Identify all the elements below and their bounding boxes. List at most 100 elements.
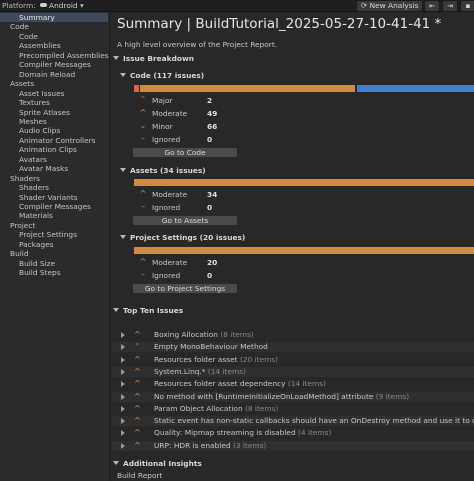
page-title: Summary | BuildTutorial_2025-05-27-10-41… [117,16,442,32]
sidebar-item[interactable]: Materials [0,211,53,220]
additional-insights-item[interactable]: Build Report [117,471,162,480]
expand-arrow-icon[interactable] [121,442,125,449]
top-issue-text: Param Object Allocation (8 items) [154,404,278,414]
go-to-code-button[interactable]: Go to Code [132,147,238,158]
sidebar-item[interactable]: Packages [0,240,53,249]
expand-arrow-icon[interactable] [121,430,125,437]
expand-arrow-icon[interactable] [121,356,125,363]
sidebar-item[interactable]: Sprite Atlases [0,108,70,117]
top-issue-title: Static event has non-static callbacks sh… [154,416,474,426]
sidebar-item[interactable]: Domain Reload [0,70,75,79]
expand-arrow-icon[interactable] [121,332,125,338]
sidebar-item[interactable]: Code [0,32,38,41]
moderate-severity-icon: ^ [134,330,141,339]
major-severity-icon: ⌃ [134,342,141,352]
sidebar-item[interactable]: Build Steps [0,268,61,277]
platform-selector[interactable]: Platform: Android ▾ [2,1,84,10]
sidebar-item[interactable]: Build Size [0,259,55,268]
sidebar-item[interactable]: Avatar Masks [0,164,68,173]
top-issue-row[interactable]: ^ URP: HDR is enabled (3 items) [112,440,474,451]
issue-breakdown-label: Issue Breakdown [123,54,195,63]
top-issue-row[interactable]: ^ Boxing Allocation (8 items) [112,330,474,340]
go-to-assets-button[interactable]: Go to Assets [132,215,238,226]
sidebar-item[interactable]: Avatars [0,155,47,164]
ignored-icon: – [141,202,145,211]
sidebar-item[interactable]: Shaders [0,174,40,183]
top-issue-text: Boxing Allocation (8 items) [154,330,254,340]
top-issue-row[interactable]: ^ Resources folder asset dependency (14 i… [112,379,474,389]
minor-severity-icon: ⌄ [139,121,147,130]
sidebar-item[interactable]: Code [0,22,29,31]
sidebar-item[interactable]: Audio Clips [0,126,60,135]
top-issue-row[interactable]: ^ No method with [RuntimeInitializeOnLoad… [112,391,474,402]
code-issue-bar [134,85,474,92]
export-icon[interactable]: ⇥ [442,0,458,12]
sidebar-item[interactable]: Precompiled Assemblies [0,51,109,60]
project-settings-section-header[interactable]: Project Settings (20 issues) [120,233,245,242]
expand-arrow-icon[interactable] [121,368,125,375]
top-issue-row[interactable]: ^ Static event has non-static callbacks s… [112,416,474,427]
sidebar-item[interactable]: Build [0,249,29,258]
expand-arrow-icon[interactable] [121,418,125,425]
major-severity-icon: ⌃ [139,95,147,104]
issue-breakdown-header[interactable]: Issue Breakdown [113,54,194,63]
sidebar-item[interactable]: Compiler Messages [0,202,91,211]
moderate-severity-icon: ^ [139,189,147,198]
assets-section-header[interactable]: Assets (34 issues) [120,166,206,175]
moderate-severity-icon: ^ [134,379,141,389]
moderate-severity-icon: ^ [134,403,141,413]
import-icon[interactable]: ⇤ [424,0,440,12]
top-issue-count: (14 items) [287,379,326,389]
top-issue-count: (8 items) [244,403,279,413]
expand-arrow-icon[interactable] [121,405,125,412]
moderate-severity-icon: ^ [134,391,141,401]
top-issue-row[interactable]: ^ Quality: Mipmap streaming is disabled (… [112,428,474,438]
sidebar-item[interactable]: Meshes [0,117,47,126]
top-issue-count: (20 items) [239,354,279,364]
code-bar-minor [357,85,474,92]
code-bar-moderate [140,85,355,92]
sidebar-item[interactable]: Textures [0,98,50,107]
expand-arrow-icon[interactable] [121,393,125,400]
code-section-header[interactable]: Code (117 issues) [120,71,204,80]
sidebar-item[interactable]: Project Settings [0,230,77,239]
sidebar-item[interactable]: Project [0,221,35,230]
top-issue-count: (14 items) [207,366,246,376]
code-minor-label: Minor [152,122,173,131]
more-icon[interactable]: ▪ [460,0,474,12]
top-issue-row[interactable]: ^ System.Linq.* (14 items) [112,366,474,377]
project-settings-header: Project Settings (20 issues) [130,233,246,242]
top-issue-row[interactable]: ^ Param Object Allocation (8 items) [112,404,474,414]
top-issue-count: (9 items) [375,391,410,401]
ignored-icon: – [141,270,145,279]
sidebar-item[interactable]: Assemblies [0,41,61,50]
sidebar-item[interactable]: Summary [0,13,108,23]
top-issue-text: Quality: Mipmap streaming is disabled (4… [154,428,331,438]
settings-ignored-value: 0 [207,271,213,280]
top-issue-text: URP: HDR is enabled (3 items) [154,441,266,451]
top-ten-header: Top Ten Issues [123,306,184,315]
expand-arrow-icon[interactable] [121,381,125,388]
cloud-icon [40,3,48,7]
expand-arrow-icon[interactable] [121,344,125,351]
new-analysis-button[interactable]: ⟳ New Analysis [356,0,424,12]
assets-issue-bar [134,179,474,186]
sidebar-item[interactable]: Animator Controllers [0,136,96,145]
top-issue-row[interactable]: ^ Resources folder asset (20 items) [112,355,474,365]
top-issue-count: (4 items) [298,428,332,438]
top-ten-issues-header[interactable]: Top Ten Issues [113,306,183,315]
sidebar-item[interactable]: Shader Variants [0,193,78,202]
sidebar-item[interactable]: Animation Clips [0,145,77,154]
top-issue-title: URP: HDR is enabled [154,440,231,450]
moderate-severity-icon: ^ [139,257,147,266]
moderate-severity-icon: ^ [134,428,141,438]
sidebar-item[interactable]: Assets [0,79,34,88]
sidebar-item[interactable]: Shaders [0,183,49,192]
expand-triangle-icon [113,308,119,312]
additional-insights-header[interactable]: Additional Insights [113,459,202,468]
assets-bar-moderate [134,179,474,186]
sidebar-item[interactable]: Asset Issues [0,89,65,98]
sidebar-item[interactable]: Compiler Messages [0,60,91,69]
top-issue-row[interactable]: ⌃ Empty MonoBehaviour Method [112,342,474,353]
go-to-project-settings-button[interactable]: Go to Project Settings [132,283,238,294]
